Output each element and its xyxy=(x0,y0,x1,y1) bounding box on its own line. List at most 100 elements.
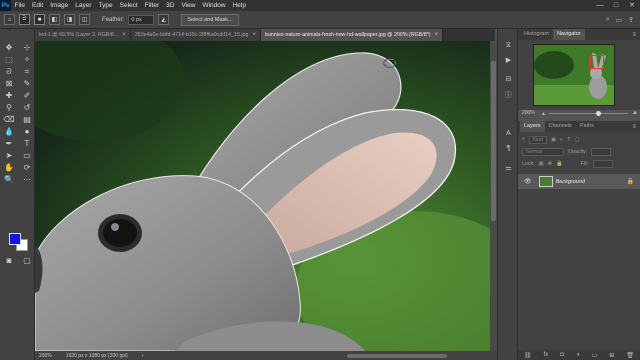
properties-panel-icon[interactable]: ⚌ xyxy=(503,164,514,174)
tab-document-1[interactable]: led-1 @ 69.5% (Layer 2, RGB/8... × xyxy=(35,29,131,41)
home-icon[interactable]: ⌂ xyxy=(4,14,15,25)
workspace-icon[interactable]: ▭ xyxy=(616,16,623,24)
foreground-color-swatch[interactable] xyxy=(9,233,21,245)
tab-document-2[interactable]: 353e4a6e-bbfd-4714-b10c-2f8f6a9cdd14_15.… xyxy=(130,29,261,41)
menu-edit[interactable]: Edit xyxy=(28,0,46,11)
menu-3d[interactable]: 3D xyxy=(163,0,178,11)
libraries-panel-icon[interactable]: ⊟ xyxy=(503,75,514,85)
lock-all-icon[interactable]: 🔒 xyxy=(556,161,563,167)
menu-view[interactable]: View xyxy=(178,0,199,11)
menu-window[interactable]: Window xyxy=(199,0,229,11)
minimize-button[interactable]: — xyxy=(592,0,608,11)
fill-field[interactable] xyxy=(593,159,613,168)
healing-brush-icon[interactable]: ✚ xyxy=(3,90,15,101)
pixel-filter-icon[interactable]: ▣ xyxy=(551,137,556,143)
zoom-in-icon[interactable]: ▲ xyxy=(632,110,638,116)
magic-wand-icon[interactable]: ✧ xyxy=(21,54,33,65)
tab-document-3[interactable]: bunnies-nature-animals-fresh-new-hd-wall… xyxy=(261,29,444,41)
add-mask-icon[interactable]: ◘ xyxy=(560,352,564,358)
crop-tool-icon[interactable]: ⌗ xyxy=(21,66,33,77)
lasso-tool-icon[interactable]: ᘐ xyxy=(3,66,15,77)
menu-select[interactable]: Select xyxy=(116,0,141,11)
select-and-mask-button[interactable]: Select and Mask... xyxy=(181,13,239,26)
dodge-tool-icon[interactable]: ● xyxy=(21,126,33,137)
maximize-button[interactable]: □ xyxy=(608,0,624,11)
horizontal-scroll-thumb[interactable] xyxy=(347,353,447,358)
vertical-scroll-thumb[interactable] xyxy=(491,61,496,221)
layer-name[interactable]: Background xyxy=(556,179,585,185)
adjustment-filter-icon[interactable]: ◐ xyxy=(560,137,563,143)
zoom-slider[interactable] xyxy=(549,110,629,116)
menu-filter[interactable]: Filter xyxy=(141,0,162,11)
artboard-tool-icon[interactable]: ⊹ xyxy=(21,42,33,53)
zoom-slider-knob[interactable] xyxy=(596,110,602,116)
path-selection-icon[interactable]: ➤ xyxy=(3,150,15,161)
new-layer-icon[interactable]: ⊞ xyxy=(609,352,614,359)
photoshop-logo[interactable]: Ps xyxy=(0,0,11,11)
hand-tool-icon[interactable]: ✋ xyxy=(3,162,15,173)
tab-histogram[interactable]: Histogram xyxy=(520,29,553,40)
adjustment-layer-icon[interactable]: ◑ xyxy=(576,352,580,358)
rectangular-marquee-icon[interactable]: ⬚ xyxy=(3,54,15,65)
panel-menu-icon[interactable]: ≡ xyxy=(632,124,640,130)
zoom-level[interactable]: 200% xyxy=(39,353,52,359)
feather-input[interactable]: 0 px xyxy=(128,14,155,25)
screen-mode-icon[interactable]: ▢ xyxy=(21,255,33,266)
type-filter-icon[interactable]: T xyxy=(567,137,570,143)
paragraph-panel-icon[interactable]: ¶ xyxy=(503,144,514,154)
rectangle-tool-icon[interactable]: ▭ xyxy=(21,150,33,161)
tab-channels[interactable]: Channels xyxy=(545,121,576,132)
pen-tool-icon[interactable]: ✒ xyxy=(3,138,15,149)
menu-image[interactable]: Image xyxy=(47,0,72,11)
gradient-tool-icon[interactable]: ▤ xyxy=(21,114,33,125)
tab-layers[interactable]: Layers xyxy=(520,121,545,132)
layer-style-icon[interactable]: fx xyxy=(544,352,549,358)
status-arrow-icon[interactable]: › xyxy=(142,353,144,359)
lock-pixels-icon[interactable]: ▦ xyxy=(539,161,544,167)
tab-paths[interactable]: Paths xyxy=(576,121,598,132)
visibility-eye-icon[interactable]: 👁 xyxy=(524,178,532,185)
clone-stamp-icon[interactable]: ⚲ xyxy=(3,102,15,113)
zoom-out-icon[interactable]: ▴ xyxy=(542,110,545,117)
navigator-view-box[interactable] xyxy=(590,55,604,69)
zoom-tool-icon[interactable]: 🔍 xyxy=(3,174,15,185)
blur-tool-icon[interactable]: 💧 xyxy=(3,126,15,137)
actions-panel-icon[interactable]: ▶ xyxy=(503,56,514,66)
menu-type[interactable]: Type xyxy=(95,0,116,11)
document-canvas[interactable] xyxy=(35,41,490,351)
anti-alias-icon[interactable]: ◭ xyxy=(158,14,170,25)
panel-menu-icon[interactable]: ≡ xyxy=(632,32,640,38)
character-panel-icon[interactable]: A xyxy=(503,129,514,139)
brush-tool-icon[interactable]: ✐ xyxy=(21,90,33,101)
quick-mask-icon[interactable]: ◙ xyxy=(3,255,15,266)
navigator-thumbnail[interactable] xyxy=(533,44,615,106)
intersect-selection-icon[interactable]: ◫ xyxy=(79,14,90,25)
history-panel-icon[interactable]: ⧖ xyxy=(503,41,514,51)
navigator-zoom-value[interactable]: 200% xyxy=(522,110,538,116)
search-icon[interactable]: ⌕ xyxy=(606,16,610,24)
type-tool-icon[interactable]: T xyxy=(21,138,33,149)
info-panel-icon[interactable]: ⓘ xyxy=(503,91,514,101)
close-tab-icon[interactable]: × xyxy=(252,32,256,38)
layer-row-background[interactable]: 👁 Background 🔒 xyxy=(518,174,640,189)
share-icon[interactable]: ⇪ xyxy=(628,16,634,24)
blend-mode-select[interactable]: Normal xyxy=(522,147,564,156)
frame-tool-icon[interactable]: ⊠ xyxy=(3,78,15,89)
new-selection-icon[interactable]: ■ xyxy=(34,14,45,25)
eyedropper-icon[interactable]: ✎ xyxy=(21,78,33,89)
edit-toolbar-icon[interactable]: ⋯ xyxy=(21,174,33,185)
new-group-icon[interactable]: ▭ xyxy=(592,352,598,359)
history-brush-icon[interactable]: ↺ xyxy=(21,102,33,113)
vertical-scrollbar[interactable] xyxy=(490,41,497,351)
lasso-tool-preset-icon[interactable]: ᘐ xyxy=(19,14,30,25)
delete-layer-icon[interactable]: 🗑 xyxy=(626,352,634,359)
lock-position-icon[interactable]: ✥ xyxy=(548,161,552,167)
eraser-icon[interactable]: ⌫ xyxy=(3,114,15,125)
add-to-selection-icon[interactable]: ◧ xyxy=(49,14,60,25)
close-tab-icon[interactable]: × xyxy=(122,32,126,38)
move-tool-icon[interactable]: ✥ xyxy=(3,42,15,53)
shape-filter-icon[interactable]: ▢ xyxy=(574,137,579,143)
tab-navigator[interactable]: Navigator xyxy=(553,29,585,40)
menu-help[interactable]: Help xyxy=(229,0,249,11)
menu-file[interactable]: File xyxy=(11,0,28,11)
